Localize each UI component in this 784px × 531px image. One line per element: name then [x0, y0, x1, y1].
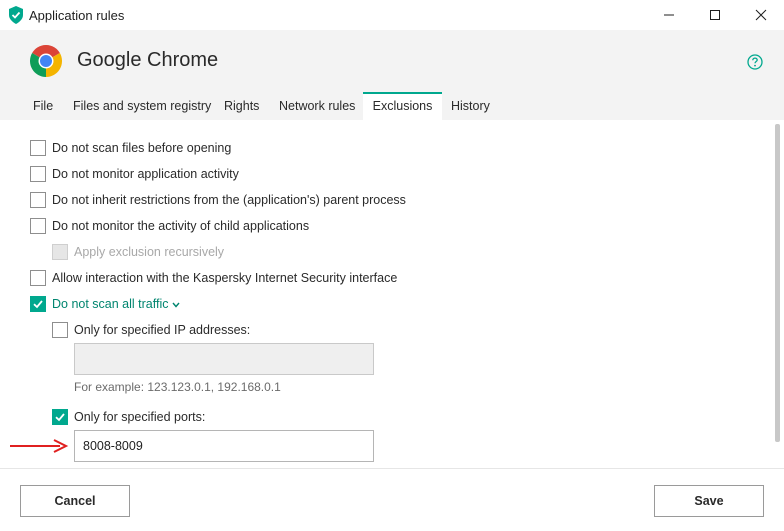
save-button[interactable]: Save: [654, 485, 764, 517]
tab-rights[interactable]: Rights: [224, 92, 259, 120]
window-title: Application rules: [29, 8, 125, 23]
checkbox[interactable]: [30, 218, 46, 234]
checkbox-checked[interactable]: [30, 296, 46, 312]
option-no-inherit-restrictions[interactable]: Do not inherit restrictions from the (ap…: [30, 191, 406, 209]
chevron-down-icon[interactable]: [171, 300, 181, 310]
vertical-scrollbar[interactable]: [775, 124, 780, 442]
ip-example-hint: For example: 123.123.0.1, 192.168.0.1: [74, 380, 281, 394]
tab-history[interactable]: History: [451, 92, 490, 120]
dialog-footer: Cancel Save: [0, 468, 784, 531]
checkbox[interactable]: [30, 192, 46, 208]
option-allow-interaction[interactable]: Allow interaction with the Kaspersky Int…: [30, 269, 397, 287]
option-label: Only for specified ports:: [74, 410, 206, 424]
option-label: Do not monitor the activity of child app…: [52, 219, 310, 233]
option-only-ip[interactable]: Only for specified IP addresses:: [52, 321, 250, 339]
close-icon: [755, 9, 767, 21]
close-button[interactable]: [738, 0, 784, 30]
checkmark-icon: [55, 413, 65, 422]
tab-bar: File Files and system registry Rights Ne…: [0, 92, 784, 120]
option-no-monitor-activity[interactable]: Do not monitor application activity: [30, 165, 239, 183]
tab-exclusions[interactable]: Exclusions: [363, 92, 442, 120]
option-label: Do not inherit restrictions from the (ap…: [52, 193, 406, 207]
red-arrow-icon: [10, 439, 69, 453]
maximize-button[interactable]: [692, 0, 738, 30]
option-no-scan-traffic[interactable]: Do not scan all traffic: [30, 295, 181, 313]
tab-file[interactable]: File: [33, 92, 53, 120]
checkmark-icon: [33, 300, 43, 309]
checkbox-disabled: [52, 244, 68, 260]
minimize-button[interactable]: [646, 0, 692, 30]
ip-addresses-input: [74, 343, 374, 375]
option-apply-recursively: Apply exclusion recursively: [52, 243, 224, 261]
checkbox[interactable]: [52, 322, 68, 338]
cancel-button[interactable]: Cancel: [20, 485, 130, 517]
chrome-logo-icon: [30, 45, 62, 77]
checkbox[interactable]: [30, 140, 46, 156]
app-header: Google Chrome File Files and system regi…: [0, 30, 784, 120]
minimize-icon: [664, 14, 674, 16]
help-icon[interactable]: [747, 54, 763, 70]
option-no-scan-before-open[interactable]: Do not scan files before opening: [30, 139, 231, 157]
checkbox-checked[interactable]: [52, 409, 68, 425]
title-bar: Application rules: [0, 0, 784, 30]
option-only-ports[interactable]: Only for specified ports:: [52, 408, 205, 426]
option-label[interactable]: Do not scan all traffic: [52, 297, 169, 311]
checkbox[interactable]: [30, 270, 46, 286]
option-label: Only for specified IP addresses:: [74, 323, 251, 337]
option-label: Allow interaction with the Kaspersky Int…: [52, 271, 398, 285]
tab-files-and-system-registry[interactable]: Files and system registry: [73, 92, 211, 120]
app-name: Google Chrome: [77, 49, 219, 71]
ports-input[interactable]: 8008-8009: [74, 430, 374, 462]
kaspersky-shield-icon: [9, 6, 23, 24]
option-label: Apply exclusion recursively: [74, 245, 225, 259]
checkbox[interactable]: [30, 166, 46, 182]
tab-network-rules[interactable]: Network rules: [279, 92, 355, 120]
option-no-monitor-child[interactable]: Do not monitor the activity of child app…: [30, 217, 309, 235]
option-label: Do not monitor application activity: [52, 167, 239, 181]
option-label: Do not scan files before opening: [52, 141, 232, 155]
maximize-icon: [710, 10, 720, 20]
